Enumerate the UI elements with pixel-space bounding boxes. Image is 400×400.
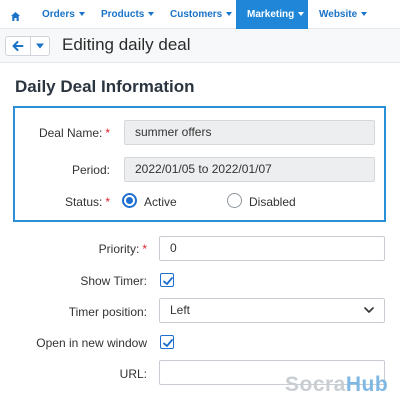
chevron-down-icon: [298, 12, 305, 17]
checkmark-icon: [163, 277, 173, 285]
required-marker: *: [142, 242, 147, 256]
open-new-window-checkbox[interactable]: [160, 335, 174, 349]
nav-customers-label: Customers: [170, 9, 223, 20]
status-active-radio[interactable]: [122, 193, 137, 208]
chevron-down-icon: [78, 12, 85, 17]
show-timer-checkbox[interactable]: [160, 273, 174, 287]
checkmark-icon: [163, 339, 173, 347]
url-label: URL:: [119, 367, 147, 381]
status-label-text: Status:: [64, 195, 103, 209]
nav-products[interactable]: Products: [101, 0, 155, 29]
timer-position-value: Left: [170, 303, 191, 317]
nav-orders-label: Orders: [42, 9, 75, 20]
status-disabled-radio[interactable]: [227, 193, 242, 208]
chevron-down-icon: [226, 12, 233, 17]
status-active-label: Active: [144, 195, 177, 209]
arrow-left-icon: [12, 41, 24, 51]
priority-label-text: Priority:: [98, 242, 140, 256]
top-navigation: Orders Products Customers Marketing Webs…: [0, 0, 400, 29]
nav-website-label: Website: [319, 9, 358, 20]
priority-input[interactable]: 0: [159, 236, 385, 261]
section-title: Daily Deal Information: [15, 77, 195, 96]
nav-products-label: Products: [101, 9, 145, 20]
period-label: Period:: [71, 163, 110, 177]
home-icon[interactable]: [10, 9, 21, 21]
deal-name-field[interactable]: summer offers: [124, 120, 375, 145]
period-field[interactable]: 2022/01/05 to 2022/01/07: [124, 157, 375, 182]
status-label: Status: *: [65, 194, 110, 210]
nav-marketing-label: Marketing: [247, 9, 295, 20]
chevron-down-icon: [364, 307, 374, 313]
chevron-down-icon: [36, 43, 44, 49]
open-new-window-label: Open in new window: [36, 336, 147, 350]
chevron-down-icon: [148, 12, 155, 17]
actions-dropdown-button[interactable]: [30, 36, 50, 56]
show-timer-label: Show Timer:: [80, 274, 147, 288]
status-disabled-label: Disabled: [249, 195, 296, 209]
nav-customers[interactable]: Customers: [170, 0, 233, 29]
required-marker: *: [105, 195, 110, 209]
timer-position-label: Timer position:: [68, 305, 147, 319]
priority-label: Priority: *: [99, 241, 147, 257]
nav-website[interactable]: Website: [319, 0, 368, 29]
page-header: [0, 29, 400, 63]
watermark-logo: SocraHub: [285, 373, 388, 397]
timer-position-select[interactable]: Left: [159, 298, 385, 323]
deal-name-label-text: Deal Name:: [38, 126, 103, 140]
chevron-down-icon: [361, 12, 368, 17]
nav-orders[interactable]: Orders: [42, 0, 85, 29]
watermark-part1: Socra: [285, 373, 346, 396]
nav-marketing[interactable]: Marketing: [236, 0, 308, 29]
required-marker: *: [105, 126, 110, 140]
back-button[interactable]: [5, 36, 31, 56]
watermark-part2: Hub: [345, 373, 389, 396]
page-title: Editing daily deal: [62, 35, 191, 54]
deal-name-label: Deal Name: *: [39, 125, 110, 141]
